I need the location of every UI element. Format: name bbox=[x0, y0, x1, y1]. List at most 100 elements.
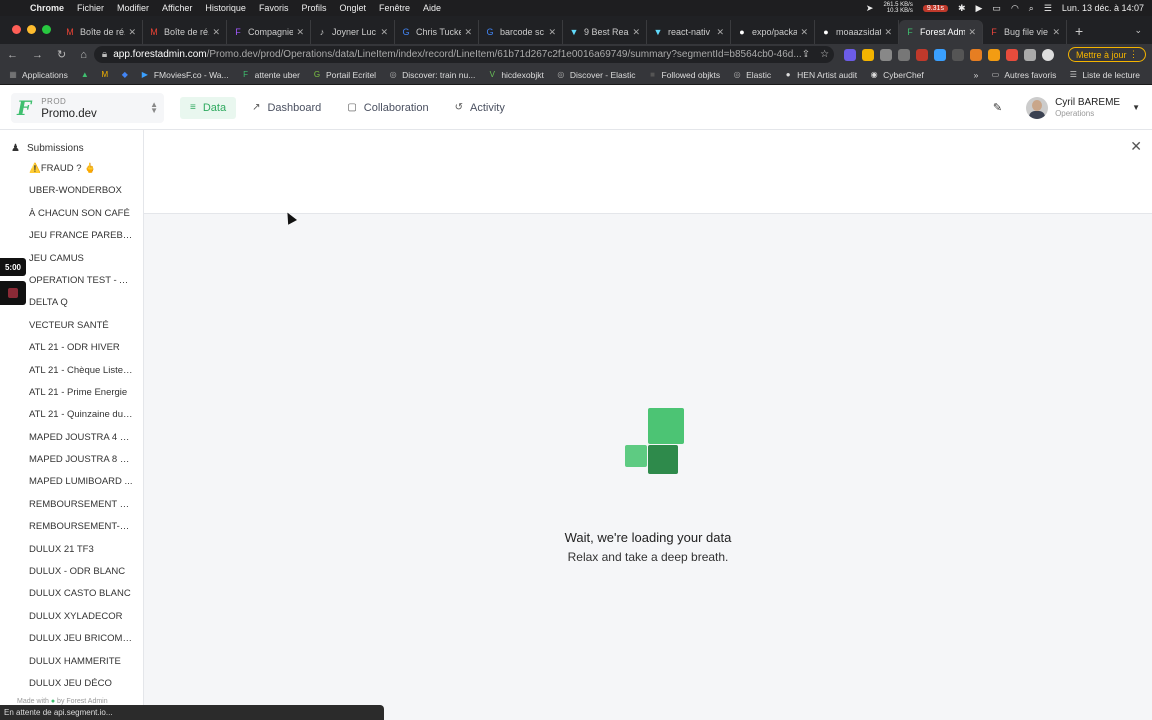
caret-down-icon[interactable]: ▼ bbox=[1132, 103, 1140, 112]
bookmark-item[interactable]: ◎ Discover - Elastic bbox=[556, 70, 635, 80]
bookmark-item[interactable]: ◎ Discover: train nu... bbox=[388, 70, 476, 80]
reload-icon[interactable]: ↻ bbox=[50, 48, 73, 61]
sidebar-item[interactable]: DULUX JEU DÉCO bbox=[0, 673, 143, 695]
close-tab-icon[interactable]: ✕ bbox=[464, 27, 472, 38]
user-menu[interactable]: Cyril BAREME Operations bbox=[1055, 97, 1120, 119]
sidebar-item[interactable]: DULUX JEU BRICOMARCHE bbox=[0, 628, 143, 650]
sidebar-item[interactable]: VECTEUR SANTÉ bbox=[0, 315, 143, 337]
sidebar-item[interactable]: REMBOURSEMENT-GAMME bbox=[0, 516, 143, 538]
browser-tab[interactable]: ▼ react-nativ ✕ bbox=[647, 20, 731, 44]
telegram-icon[interactable]: ➤ bbox=[866, 3, 874, 14]
puzzle-icon[interactable] bbox=[1023, 48, 1036, 61]
sidebar-item[interactable]: UBER-WONDERBOX bbox=[0, 180, 143, 202]
close-tab-icon[interactable]: ✕ bbox=[128, 27, 136, 38]
browser-tab[interactable]: M Boîte de ré...✕ bbox=[143, 20, 227, 44]
sidebar-item[interactable]: DULUX 21 TF3 bbox=[0, 539, 143, 561]
stop-recording-button[interactable] bbox=[0, 281, 26, 305]
extension-icon[interactable] bbox=[987, 48, 1000, 61]
bookmark-star-icon[interactable]: ☆ bbox=[820, 49, 829, 60]
tab-activity[interactable]: ↺ Activity bbox=[445, 97, 515, 119]
home-icon[interactable]: ⌂ bbox=[73, 49, 94, 61]
browser-tab[interactable]: Gbarcode sc ✕ bbox=[479, 20, 563, 44]
extension-icon[interactable] bbox=[843, 48, 856, 61]
close-tab-icon[interactable]: ✕ bbox=[548, 27, 556, 38]
menu-onglet[interactable]: Onglet bbox=[339, 3, 366, 13]
sidebar-item[interactable]: MAPED LUMIBOARD ... bbox=[0, 471, 143, 493]
extension-icon[interactable] bbox=[951, 48, 964, 61]
search-icon[interactable]: ⌕ bbox=[1029, 3, 1034, 14]
close-tab-icon[interactable]: ✕ bbox=[716, 27, 724, 38]
browser-tab[interactable]: ♪ Joyner Luc ✕ bbox=[311, 20, 395, 44]
tab-data[interactable]: ≡ Data bbox=[180, 96, 237, 119]
extension-icon[interactable] bbox=[933, 48, 946, 61]
status-badge[interactable]: 9.31s bbox=[922, 4, 948, 12]
sidebar-item[interactable]: DULUX XYLADECOR bbox=[0, 606, 143, 628]
browser-tab[interactable]: F Compagnie ✕ bbox=[227, 20, 311, 44]
close-tab-icon[interactable]: ✕ bbox=[1052, 27, 1060, 38]
bookmark-item[interactable]: ◆ bbox=[120, 70, 134, 80]
bookmark-item[interactable]: ▶ FMoviesF.co - Wa... bbox=[140, 70, 229, 80]
browser-tab[interactable]: ▼ 9 Best Rea ✕ bbox=[563, 20, 647, 44]
bookmark-item[interactable]: ■ Followed objkts bbox=[648, 70, 720, 80]
extension-icon[interactable] bbox=[969, 48, 982, 61]
menu-profils[interactable]: Profils bbox=[301, 3, 326, 13]
browser-tab[interactable]: F Bug file vie ✕ bbox=[983, 20, 1067, 44]
browser-tab[interactable]: M Boîte de ré...✕ bbox=[59, 20, 143, 44]
extension-icon[interactable] bbox=[897, 48, 910, 61]
sidebar-item[interactable]: DULUX HAMMERITE bbox=[0, 651, 143, 673]
tab-search-icon[interactable]: ⌄ bbox=[1134, 25, 1152, 44]
reading-list-button[interactable]: ☰ Liste de lecture bbox=[1068, 70, 1140, 80]
avatar[interactable] bbox=[1026, 96, 1049, 119]
close-tab-icon[interactable]: ✕ bbox=[884, 27, 892, 38]
menu-afficher[interactable]: Afficher bbox=[162, 3, 192, 13]
tab-collaboration[interactable]: ▢ Collaboration bbox=[337, 97, 438, 119]
sidebar-item[interactable]: JEU FRANCE PAREBRISE bbox=[0, 225, 143, 247]
sidebar-item[interactable]: DULUX CASTO BLANC bbox=[0, 583, 143, 605]
bookmark-item[interactable]: M bbox=[100, 70, 114, 80]
bookmark-item[interactable]: ◉ CyberChef bbox=[869, 70, 924, 80]
sidebar-item[interactable]: DULUX - ODR BLANC bbox=[0, 561, 143, 583]
close-tab-icon[interactable]: ✕ bbox=[380, 27, 388, 38]
control-center-icon[interactable]: ☰ bbox=[1044, 3, 1052, 14]
menu-modifier[interactable]: Modifier bbox=[117, 3, 149, 13]
sidebar-item[interactable]: ATL 21 - Prime Energie bbox=[0, 382, 143, 404]
bookmark-item[interactable]: G Portail Ecritel bbox=[312, 70, 376, 80]
sidebar-item[interactable]: MAPED JOUSTRA 4 EUROS bbox=[0, 427, 143, 449]
sidebar-item[interactable]: MAPED JOUSTRA 8 EUROS bbox=[0, 449, 143, 471]
sidebar-item[interactable]: À CHACUN SON CAFÉ bbox=[0, 203, 143, 225]
close-tab-icon[interactable]: ✕ bbox=[296, 27, 304, 38]
extension-icon[interactable] bbox=[879, 48, 892, 61]
update-chrome-button[interactable]: Mettre à jour ⋮ bbox=[1067, 47, 1146, 62]
close-tab-icon[interactable]: ✕ bbox=[212, 27, 220, 38]
sidebar-item[interactable]: ATL 21 - ODR HIVER bbox=[0, 337, 143, 359]
minimize-window-button[interactable] bbox=[27, 25, 36, 34]
menu-fichier[interactable]: Fichier bbox=[77, 3, 104, 13]
tab-dashboard[interactable]: ↗ Dashboard bbox=[242, 97, 331, 119]
bluetooth-icon[interactable]: ✱ bbox=[958, 3, 966, 14]
new-tab-button[interactable]: + bbox=[1067, 23, 1091, 44]
share-icon[interactable]: ⇪ bbox=[802, 49, 810, 60]
menubar-datetime[interactable]: Lun. 13 déc. à 14:07 bbox=[1062, 3, 1144, 13]
close-window-button[interactable] bbox=[12, 25, 21, 34]
address-bar[interactable]: 🔒︎ app.forestadmin.com/Promo.dev/prod/Op… bbox=[93, 46, 834, 63]
extension-icon[interactable] bbox=[1005, 48, 1018, 61]
edit-layout-icon[interactable]: ✎ bbox=[993, 101, 1002, 114]
bookmark-item[interactable]: ● HEN Artist audit bbox=[783, 70, 857, 80]
browser-tab[interactable]: ● moaazsidat ✕ bbox=[815, 20, 899, 44]
sidebar-item[interactable]: ATL 21 - Quinzaine du blanc bbox=[0, 404, 143, 426]
close-tab-icon[interactable]: ✕ bbox=[800, 27, 808, 38]
battery-icon[interactable]: ▭ bbox=[992, 3, 1001, 14]
close-tab-icon[interactable]: ✕ bbox=[632, 27, 640, 38]
other-bookmarks-folder[interactable]: ▭ Autres favoris bbox=[990, 70, 1057, 80]
menu-aide[interactable]: Aide bbox=[423, 3, 441, 13]
bookmark-item[interactable]: ▦ Applications bbox=[8, 70, 68, 80]
browser-tab[interactable]: F Forest Adm ✕ bbox=[899, 20, 983, 44]
extension-icon[interactable] bbox=[915, 48, 928, 61]
zoom-window-button[interactable] bbox=[42, 25, 51, 34]
bookmark-item[interactable]: Vhicdexobjkt bbox=[487, 70, 544, 80]
play-icon[interactable]: ▶ bbox=[976, 3, 983, 14]
bookmark-item[interactable]: ◎ Elastic bbox=[732, 70, 772, 80]
close-tab-icon[interactable]: ✕ bbox=[968, 27, 976, 38]
browser-tab[interactable]: G Chris Tucke ✕ bbox=[395, 20, 479, 44]
close-icon[interactable]: ✕ bbox=[1130, 138, 1142, 155]
